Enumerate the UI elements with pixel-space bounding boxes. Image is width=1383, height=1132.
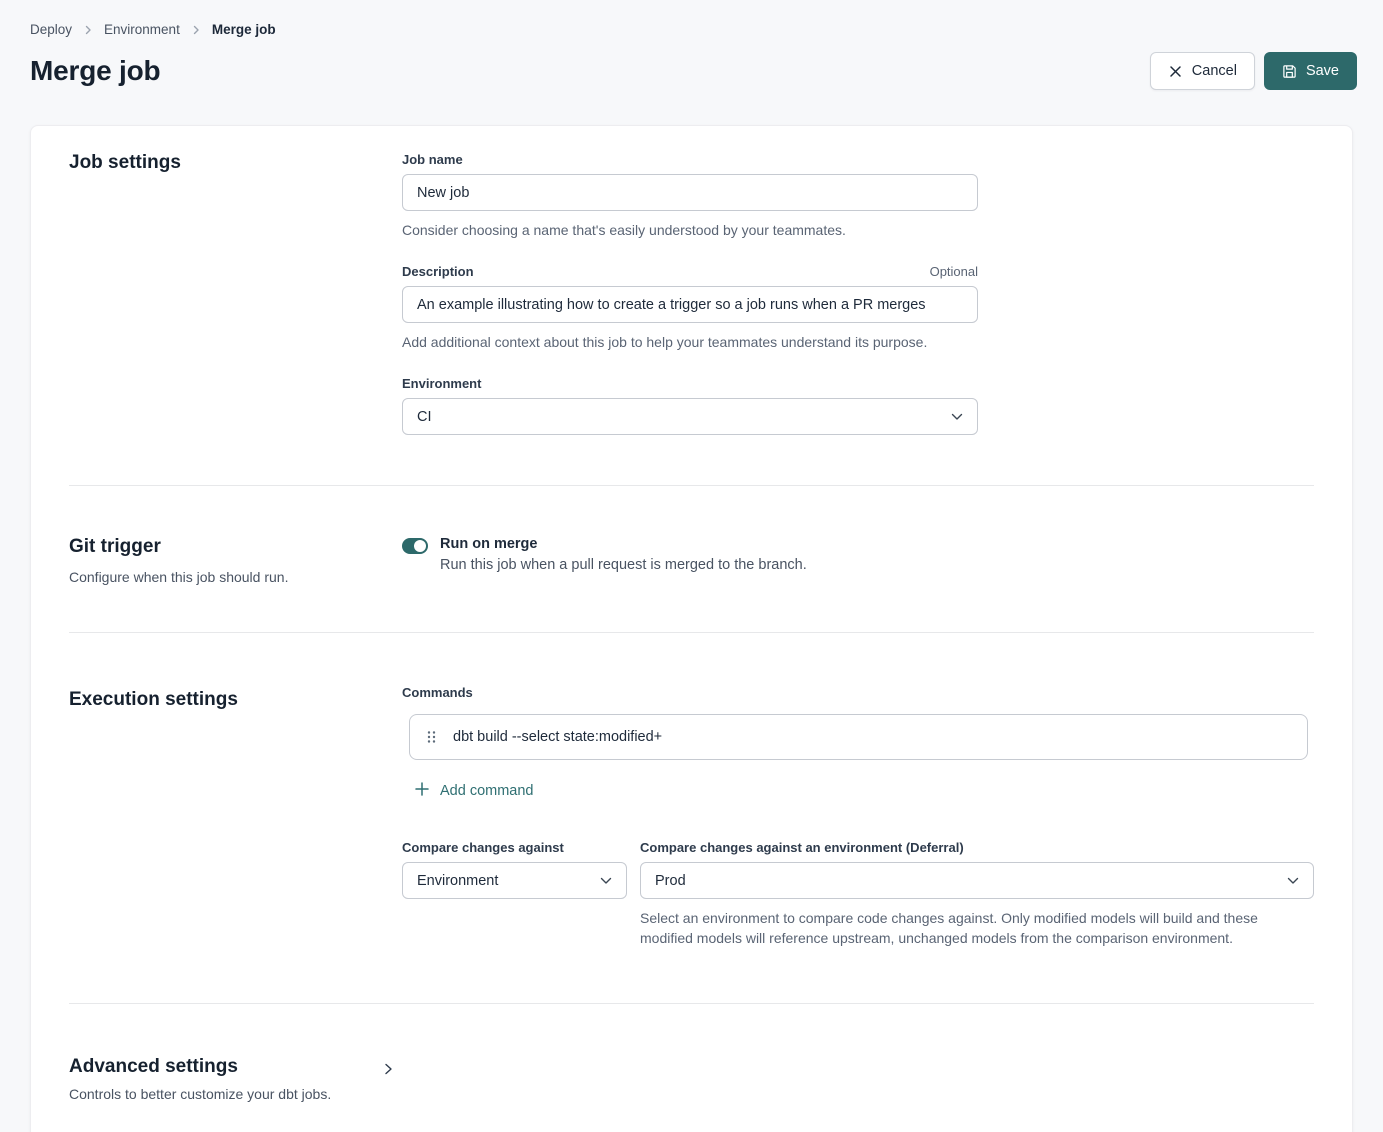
description-field: Description Optional Add additional cont… xyxy=(402,264,978,352)
section-job-settings: Job settings Job name Consider choosing … xyxy=(31,126,1352,485)
compare-against-select-value: Environment xyxy=(417,873,498,889)
environment-select[interactable]: CI xyxy=(402,398,978,435)
chevron-down-icon xyxy=(951,413,963,421)
execution-settings-form: Commands dbt build --select state:modifi… xyxy=(402,685,1314,948)
chevron-down-icon xyxy=(600,877,612,885)
compare-against-label: Compare changes against xyxy=(402,840,564,855)
description-input[interactable] xyxy=(402,286,978,323)
run-on-merge-row: Run on merge Run this job when a pull re… xyxy=(402,536,1314,573)
section-git-trigger: Git trigger Configure when this job shou… xyxy=(31,486,1352,632)
run-on-merge-text: Run on merge Run this job when a pull re… xyxy=(440,536,807,573)
git-trigger-form: Run on merge Run this job when a pull re… xyxy=(402,536,1314,585)
job-form-card: Job settings Job name Consider choosing … xyxy=(30,125,1353,1132)
environment-field: Environment CI xyxy=(402,376,978,435)
floppy-disk-icon xyxy=(1282,64,1297,79)
command-text[interactable]: dbt build --select state:modified+ xyxy=(453,729,662,745)
command-row[interactable]: dbt build --select state:modified+ xyxy=(409,714,1308,760)
save-button-label: Save xyxy=(1306,63,1339,79)
save-button[interactable]: Save xyxy=(1264,52,1357,90)
breadcrumb-environment[interactable]: Environment xyxy=(104,22,180,37)
section-execution-settings: Execution settings Commands dbt build --… xyxy=(31,633,1352,1003)
run-on-merge-label: Run on merge xyxy=(440,536,807,552)
advanced-settings-subheading: Controls to better customize your dbt jo… xyxy=(69,1086,402,1102)
drag-handle-icon[interactable] xyxy=(427,730,436,744)
run-on-merge-description: Run this job when a pull request is merg… xyxy=(440,557,807,573)
run-on-merge-toggle[interactable] xyxy=(402,538,428,554)
job-settings-form: Job name Consider choosing a name that's… xyxy=(402,152,1314,435)
commands-label: Commands xyxy=(402,685,473,700)
compare-against-select[interactable]: Environment xyxy=(402,862,627,899)
chevron-right-icon xyxy=(191,25,201,35)
compare-against-field: Compare changes against Environment xyxy=(402,840,627,948)
x-icon xyxy=(1168,64,1183,79)
description-optional-tag: Optional xyxy=(930,264,978,279)
deferral-select[interactable]: Prod xyxy=(640,862,1314,899)
job-name-input[interactable] xyxy=(402,174,978,211)
page-header: Deploy Environment Merge job Merge job C… xyxy=(0,0,1383,90)
compare-row: Compare changes against Environment Comp… xyxy=(402,840,1314,948)
deferral-label: Compare changes against an environment (… xyxy=(640,840,964,855)
job-name-field: Job name Consider choosing a name that's… xyxy=(402,152,978,240)
cancel-button[interactable]: Cancel xyxy=(1150,52,1255,90)
chevron-down-icon xyxy=(1287,877,1299,885)
chevron-right-icon[interactable] xyxy=(382,1062,394,1102)
toggle-knob xyxy=(414,540,426,552)
cancel-button-label: Cancel xyxy=(1192,63,1237,79)
job-name-helper: Consider choosing a name that's easily u… xyxy=(402,220,978,240)
job-name-label: Job name xyxy=(402,152,463,167)
job-settings-heading-col: Job settings xyxy=(69,152,402,435)
job-settings-heading: Job settings xyxy=(69,152,402,174)
execution-settings-heading: Execution settings xyxy=(69,689,402,711)
header-actions: Cancel Save xyxy=(1150,52,1357,90)
add-command-label: Add command xyxy=(440,783,534,799)
page-title: Merge job xyxy=(30,55,160,87)
git-trigger-heading: Git trigger xyxy=(69,536,402,558)
deferral-select-value: Prod xyxy=(655,873,686,889)
plus-icon xyxy=(415,782,429,800)
git-trigger-heading-col: Git trigger Configure when this job shou… xyxy=(69,536,402,585)
deferral-field: Compare changes against an environment (… xyxy=(640,840,1314,948)
add-command-button[interactable]: Add command xyxy=(415,782,534,800)
breadcrumb-merge-job: Merge job xyxy=(212,22,276,37)
environment-select-value: CI xyxy=(417,409,432,425)
description-helper: Add additional context about this job to… xyxy=(402,332,978,352)
description-label: Description xyxy=(402,264,474,279)
deferral-helper: Select an environment to compare code ch… xyxy=(640,908,1314,948)
advanced-settings-heading-col: Advanced settings Controls to better cus… xyxy=(69,1056,402,1102)
title-row: Merge job Cancel S xyxy=(30,52,1357,90)
environment-label: Environment xyxy=(402,376,481,391)
git-trigger-subheading: Configure when this job should run. xyxy=(69,569,402,585)
advanced-settings-heading: Advanced settings xyxy=(69,1056,402,1078)
section-advanced-settings[interactable]: Advanced settings Controls to better cus… xyxy=(31,1004,1352,1132)
merge-job-page: Deploy Environment Merge job Merge job C… xyxy=(0,0,1383,1132)
breadcrumb: Deploy Environment Merge job xyxy=(30,22,1357,37)
execution-settings-heading-col: Execution settings xyxy=(69,685,402,948)
chevron-right-icon xyxy=(83,25,93,35)
breadcrumb-deploy[interactable]: Deploy xyxy=(30,22,72,37)
